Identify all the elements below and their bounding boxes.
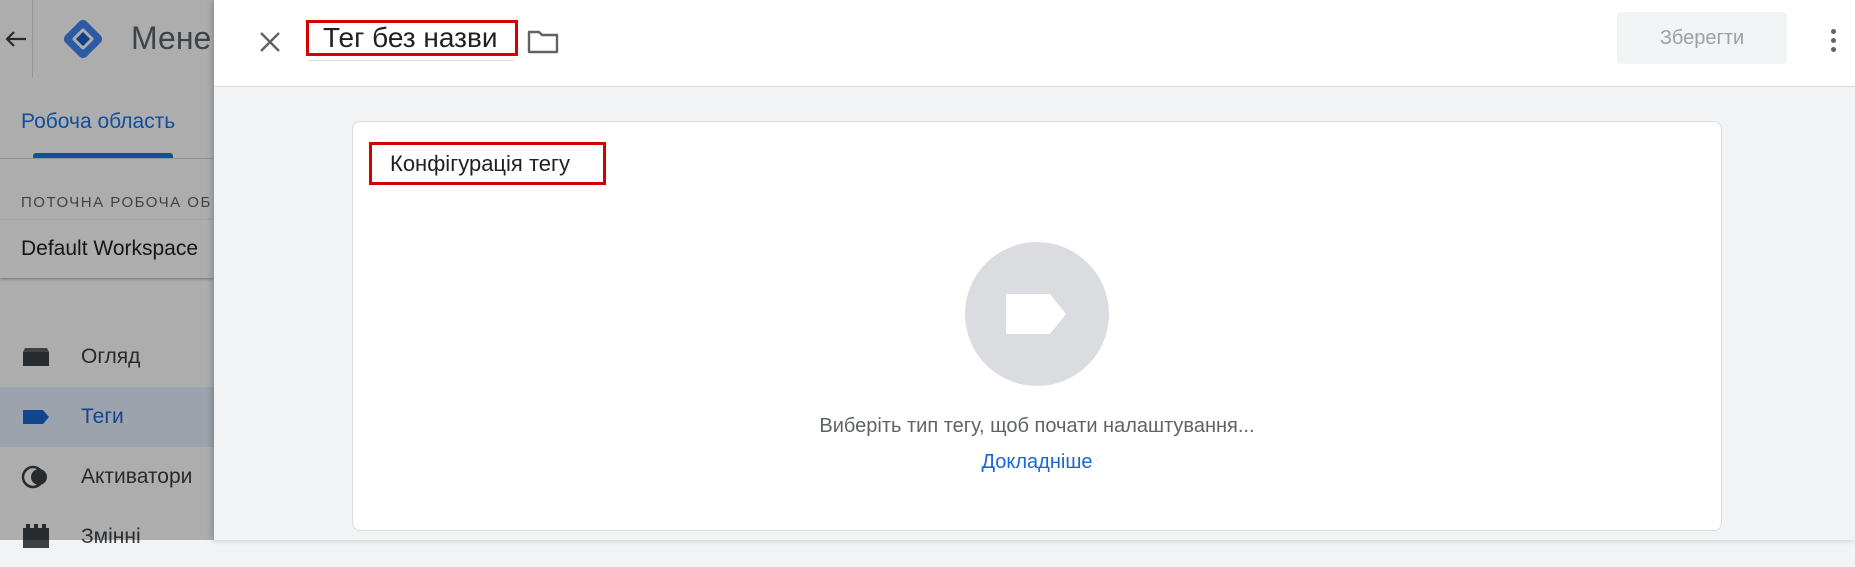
learn-more-wrapper: Докладніше	[353, 451, 1721, 474]
tag-configuration-card: Конфігурація тегу Виберіть тип тегу, щоб…	[352, 121, 1722, 531]
learn-more-link[interactable]: Докладніше	[982, 451, 1093, 473]
input-underline	[308, 60, 514, 61]
save-button[interactable]: Зберегти	[1617, 12, 1787, 64]
tag-name-input[interactable]: Тег без назви	[306, 20, 518, 56]
close-icon	[260, 32, 280, 52]
tag-type-hint: Виберіть тип тегу, щоб почати налаштуван…	[819, 415, 1255, 437]
folder-button[interactable]	[526, 24, 560, 58]
choose-tag-type-button[interactable]	[965, 242, 1109, 386]
sheet-header: Тег без назви Зберегти	[214, 0, 1855, 87]
tag-editor-sheet: Тег без назви Зберегти Конфігурація тегу…	[214, 0, 1855, 540]
folder-outline-icon	[527, 30, 559, 54]
more-options-icon[interactable]	[1818, 20, 1848, 60]
card-title: Конфігурація тегу	[369, 142, 606, 185]
close-button[interactable]	[250, 22, 290, 62]
tag-icon	[1006, 294, 1066, 334]
scrim-overlay[interactable]	[0, 0, 214, 540]
